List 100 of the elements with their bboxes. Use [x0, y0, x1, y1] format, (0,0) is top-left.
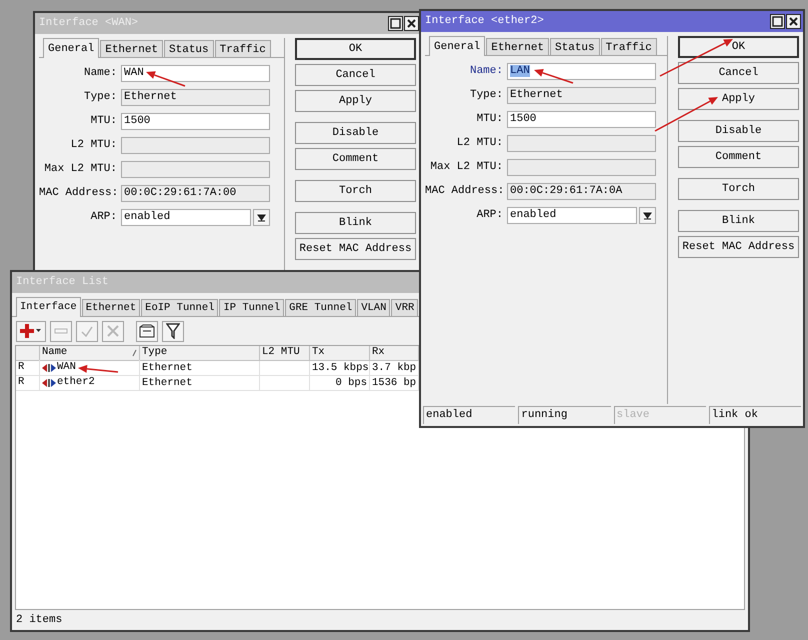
- tab[interactable]: Ethernet: [82, 299, 140, 316]
- table-cell-text: ether2: [57, 375, 95, 390]
- input-field[interactable]: 00:0C:29:61:7A:0A: [507, 182, 656, 200]
- status-cell: slave: [614, 406, 706, 424]
- input-field[interactable]: 1500: [121, 112, 270, 130]
- annotation-arrow: [146, 71, 186, 87]
- maximize-icon[interactable]: [388, 16, 403, 31]
- dialog-button[interactable]: Reset MAC Address: [678, 236, 799, 258]
- comment-button[interactable]: [136, 320, 158, 342]
- dialog-button[interactable]: Apply: [295, 90, 416, 112]
- status-cell: enabled: [423, 406, 516, 424]
- tab[interactable]: General: [429, 36, 486, 56]
- tab[interactable]: Status: [164, 40, 214, 57]
- tab[interactable]: GRE Tunnel: [285, 299, 356, 316]
- tab[interactable]: Traffic: [600, 38, 657, 55]
- input-field[interactable]: 00:0C:29:61:7A:00: [121, 184, 270, 202]
- filter-icon: [166, 323, 180, 339]
- input-field[interactable]: [121, 160, 270, 178]
- field-label: ARP:: [476, 208, 504, 223]
- dialog-button[interactable]: Comment: [295, 148, 416, 170]
- tab[interactable]: Interface: [16, 297, 81, 317]
- input-field[interactable]: [507, 134, 656, 152]
- input-field[interactable]: 1500: [507, 110, 656, 128]
- dialog-button[interactable]: Blink: [678, 210, 799, 232]
- tab[interactable]: VLAN: [357, 299, 390, 316]
- tab[interactable]: Ethernet: [100, 40, 164, 57]
- field-label: Name:: [468, 64, 504, 79]
- table-cell: 3.7 kbp: [372, 362, 416, 374]
- status-cell: link ok: [708, 406, 801, 424]
- input-field[interactable]: LAN: [507, 62, 656, 80]
- column-header[interactable]: Type: [140, 346, 260, 360]
- column-header[interactable]: L2 MTU: [260, 346, 310, 360]
- dialog-button[interactable]: Torch: [295, 180, 416, 202]
- close-icon[interactable]: [786, 14, 801, 29]
- table-cell: R: [16, 360, 40, 376]
- field-label: MTU:: [476, 112, 504, 127]
- field-value: 00:0C:29:61:7A:0A: [510, 184, 622, 196]
- dialog-button[interactable]: Cancel: [678, 62, 799, 84]
- column-header[interactable]: Tx: [310, 346, 370, 360]
- field-value: LAN: [510, 64, 530, 76]
- dialog-button[interactable]: Reset MAC Address: [295, 238, 416, 260]
- tab[interactable]: General: [43, 38, 100, 58]
- note-icon: [139, 324, 155, 338]
- field-label: Max L2 MTU:: [429, 160, 504, 175]
- field-value: WAN: [124, 66, 144, 78]
- field-value: 1500: [510, 112, 536, 124]
- sort-icon: [132, 349, 137, 357]
- plus-icon: [20, 323, 42, 339]
- dialog-button[interactable]: Blink: [295, 212, 416, 234]
- field-label: ARP:: [90, 210, 118, 225]
- dialog-button[interactable]: Cancel: [295, 64, 416, 86]
- cross-icon: [107, 325, 119, 337]
- field-label: MAC Address:: [425, 184, 506, 199]
- input-field[interactable]: Ethernet: [507, 86, 656, 104]
- column-header[interactable]: Name: [40, 346, 140, 360]
- table-cell: Ethernet: [142, 376, 192, 388]
- annotation-arrow: [654, 97, 718, 132]
- dialog-button[interactable]: Disable: [295, 122, 416, 144]
- filter-button[interactable]: [162, 320, 184, 342]
- tab[interactable]: EoIP Tunnel: [141, 299, 218, 316]
- dropdown-field[interactable]: enabled: [121, 208, 251, 226]
- field-label: Type:: [468, 88, 504, 103]
- field-label: Name:: [82, 66, 118, 81]
- dropdown-field[interactable]: enabled: [507, 206, 637, 224]
- interface-icon: [42, 378, 56, 388]
- field-value: 00:0C:29:61:7A:00: [124, 186, 236, 198]
- tab[interactable]: Traffic: [214, 40, 271, 57]
- add-button[interactable]: [16, 320, 46, 342]
- dialog-button[interactable]: OK: [678, 36, 799, 58]
- field-label: MAC Address:: [39, 186, 120, 201]
- dialog-button[interactable]: Apply: [678, 88, 799, 110]
- dialog-button[interactable]: OK: [295, 38, 416, 60]
- table-cell: 1536 bp: [372, 376, 416, 388]
- maximize-icon[interactable]: [770, 14, 785, 29]
- input-field[interactable]: [121, 136, 270, 154]
- tab[interactable]: Ethernet: [486, 38, 550, 55]
- interface-icon: [42, 363, 56, 373]
- table-cell-text: WAN: [57, 360, 76, 376]
- input-field[interactable]: Ethernet: [121, 88, 270, 106]
- minus-icon: [54, 328, 68, 334]
- dialog-button[interactable]: Comment: [678, 146, 799, 168]
- input-field[interactable]: WAN: [121, 64, 270, 82]
- tab[interactable]: VRR: [391, 299, 418, 316]
- field-value: Ethernet: [124, 90, 177, 102]
- dialog-button[interactable]: Torch: [678, 178, 799, 200]
- field-label: L2 MTU:: [70, 138, 118, 153]
- tab[interactable]: IP Tunnel: [219, 299, 284, 316]
- close-icon[interactable]: [404, 16, 419, 31]
- table-cell: 13.5 kbps: [312, 362, 369, 374]
- field-label: Max L2 MTU:: [43, 162, 118, 177]
- tab[interactable]: Status: [550, 38, 600, 55]
- field-value: Ethernet: [510, 88, 563, 100]
- input-field[interactable]: [507, 158, 656, 176]
- field-value: 1500: [124, 114, 150, 126]
- status-cell: running: [518, 406, 610, 424]
- dialog-button[interactable]: Disable: [678, 120, 799, 142]
- table-cell: 0 bps: [335, 376, 367, 388]
- check-icon: [81, 326, 93, 336]
- field-value: enabled: [510, 208, 556, 220]
- table-cell: R: [16, 375, 40, 391]
